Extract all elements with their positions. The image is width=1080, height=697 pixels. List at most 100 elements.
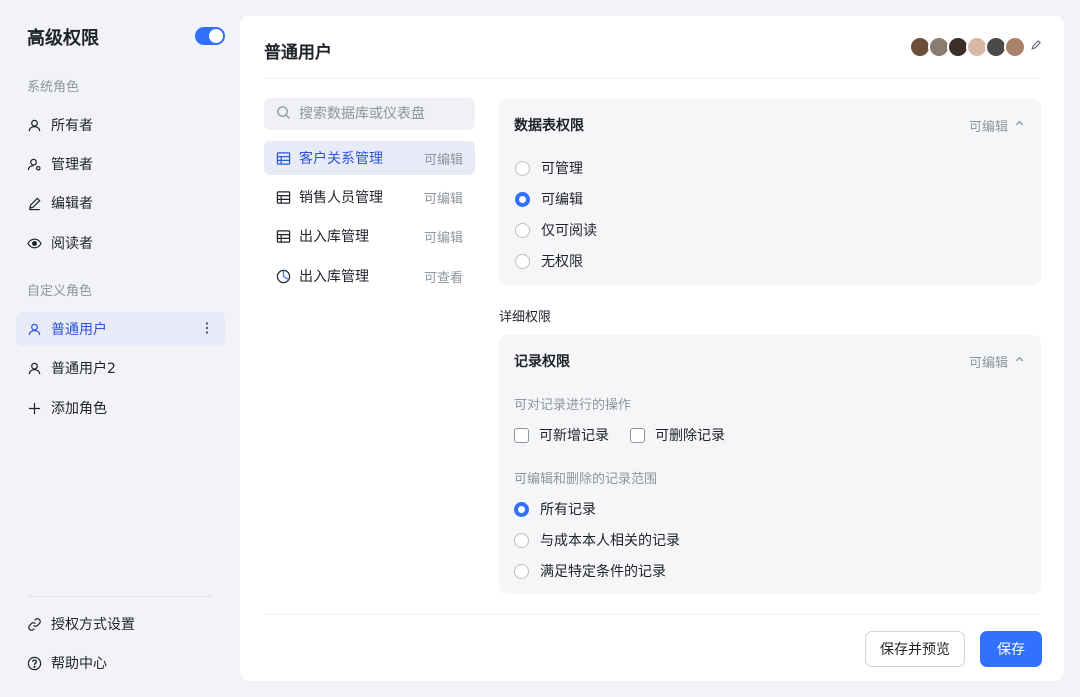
radio-label: 可编辑 (541, 192, 583, 208)
pencil-icon (26, 195, 42, 211)
record-permission-title: 记录权限 (514, 354, 570, 370)
search-box[interactable] (264, 98, 475, 130)
radio-button-selected[interactable] (514, 501, 529, 517)
sidebar-item-normal-user[interactable]: 普通用户 (16, 312, 225, 346)
sidebar-item-label: 阅读者 (51, 236, 93, 252)
db-item-permission: 可编辑 (423, 191, 463, 207)
checkbox[interactable] (514, 427, 529, 443)
radio-button[interactable] (514, 532, 529, 548)
system-roles-heading: 系统角色 (27, 80, 80, 95)
db-item-inventory[interactable]: 出入库管理 可编辑 (264, 219, 475, 253)
table-permission-collapse[interactable]: 可编辑 (969, 116, 1025, 135)
add-role-label: 添加角色 (51, 401, 107, 417)
radio-label: 与成本本人相关的记录 (540, 533, 680, 549)
record-ops-label: 可对记录进行的操作 (514, 398, 632, 413)
sidebar-item-owner[interactable]: 所有者 (16, 108, 225, 142)
table-permission-title: 数据表权限 (514, 118, 584, 134)
checkbox-label: 可删除记录 (655, 428, 725, 444)
sidebar-title: 高级权限 (27, 28, 99, 49)
save-and-preview-button[interactable]: 保存并预览 (865, 631, 965, 667)
sidebar-item-label: 所有者 (51, 118, 93, 134)
user-icon (26, 321, 42, 337)
radio-button[interactable] (515, 253, 530, 269)
link-icon (26, 616, 42, 632)
db-item-permission: 可编辑 (423, 152, 463, 168)
checkbox-delete-record[interactable]: 可删除记录 (630, 425, 725, 445)
help-circle-icon (26, 655, 42, 671)
table-icon (276, 229, 291, 244)
advanced-permission-toggle[interactable] (195, 27, 225, 45)
radio-scope-conditional[interactable]: 满足特定条件的记录 (514, 561, 666, 581)
sidebar-item-manager[interactable]: 管理者 (16, 147, 225, 181)
collaborator-avatars[interactable] (909, 36, 1042, 58)
radio-label: 无权限 (541, 254, 583, 270)
radio-option-edit[interactable]: 可编辑 (515, 189, 583, 209)
radio-label: 仅可阅读 (541, 223, 597, 239)
save-button[interactable]: 保存 (980, 631, 1042, 667)
radio-option-none[interactable]: 无权限 (515, 251, 583, 271)
record-permission-collapse[interactable]: 可编辑 (969, 352, 1025, 371)
db-item-permission: 可编辑 (423, 230, 463, 246)
sidebar-divider (27, 596, 213, 597)
radio-option-read-only[interactable]: 仅可阅读 (515, 220, 597, 240)
record-permission-panel: 记录权限 可编辑 可对记录进行的操作 可新增记录 可删除记录 可编辑和删除的记录… (499, 335, 1041, 594)
auth-settings-link[interactable]: 授权方式设置 (16, 607, 225, 641)
dashboard-item-inventory[interactable]: 出入库管理 可查看 (264, 259, 475, 293)
eye-icon (26, 235, 42, 251)
sidebar-item-editor[interactable]: 编辑者 (16, 186, 225, 220)
radio-option-manage[interactable]: 可管理 (515, 158, 583, 178)
sidebar-item-reader[interactable]: 阅读者 (16, 226, 225, 260)
sidebar-item-label: 管理者 (51, 157, 93, 173)
radio-scope-all[interactable]: 所有记录 (514, 499, 596, 519)
user-gear-icon (26, 156, 42, 172)
checkbox[interactable] (630, 427, 645, 443)
table-permission-level: 可编辑 (968, 120, 1008, 135)
db-item-label: 客户关系管理 (299, 151, 383, 167)
db-item-sales[interactable]: 销售人员管理 可编辑 (264, 180, 475, 214)
table-icon (276, 151, 291, 166)
detail-permission-heading: 详细权限 (499, 310, 552, 325)
custom-roles-heading: 自定义角色 (27, 284, 93, 299)
page-title: 普通用户 (264, 43, 332, 63)
edit-pencil-icon[interactable] (1030, 39, 1042, 55)
checkbox-add-record[interactable]: 可新增记录 (514, 425, 609, 445)
record-permission-level: 可编辑 (968, 356, 1008, 371)
db-item-permission: 可查看 (423, 270, 463, 286)
toggle-knob (209, 29, 223, 43)
add-role-button[interactable]: 添加角色 (16, 391, 225, 425)
header-divider (264, 78, 1040, 79)
radio-button[interactable] (514, 563, 529, 579)
radio-label: 所有记录 (540, 502, 596, 518)
user-icon (26, 117, 42, 133)
auth-settings-label: 授权方式设置 (51, 617, 135, 633)
plus-icon (26, 400, 42, 416)
db-item-label: 销售人员管理 (299, 190, 383, 206)
radio-button[interactable] (515, 222, 530, 238)
db-item-crm[interactable]: 客户关系管理 可编辑 (264, 141, 475, 175)
footer-divider (264, 614, 1040, 615)
more-vertical-icon[interactable] (199, 320, 215, 340)
avatar (1004, 36, 1026, 58)
chevron-up-icon (1014, 354, 1025, 369)
radio-label: 满足特定条件的记录 (540, 564, 666, 580)
radio-label: 可管理 (541, 161, 583, 177)
radio-button-selected[interactable] (515, 191, 530, 207)
main-card: 普通用户 客户关系管理 可编辑 销售人员管理 可编辑 (240, 16, 1064, 681)
sidebar-item-label: 普通用户2 (51, 361, 116, 377)
help-center-label: 帮助中心 (51, 656, 107, 672)
search-input[interactable] (299, 106, 469, 122)
radio-scope-related[interactable]: 与成本本人相关的记录 (514, 530, 680, 550)
checkbox-label: 可新增记录 (539, 428, 609, 444)
search-icon (276, 105, 291, 124)
chevron-up-icon (1014, 118, 1025, 133)
sidebar-item-label: 普通用户 (51, 322, 107, 338)
user-icon (26, 360, 42, 376)
table-icon (276, 190, 291, 205)
radio-button[interactable] (515, 160, 530, 176)
help-center-link[interactable]: 帮助中心 (16, 646, 225, 680)
sidebar-item-label: 编辑者 (51, 196, 93, 212)
dashboard-icon (276, 269, 291, 284)
sidebar: 高级权限 系统角色 所有者 管理者 编辑者 阅读者 自定义角色 普通用户 普通用… (0, 0, 240, 697)
sidebar-item-normal-user-2[interactable]: 普通用户2 (16, 351, 225, 385)
record-scope-label: 可编辑和删除的记录范围 (514, 472, 658, 487)
